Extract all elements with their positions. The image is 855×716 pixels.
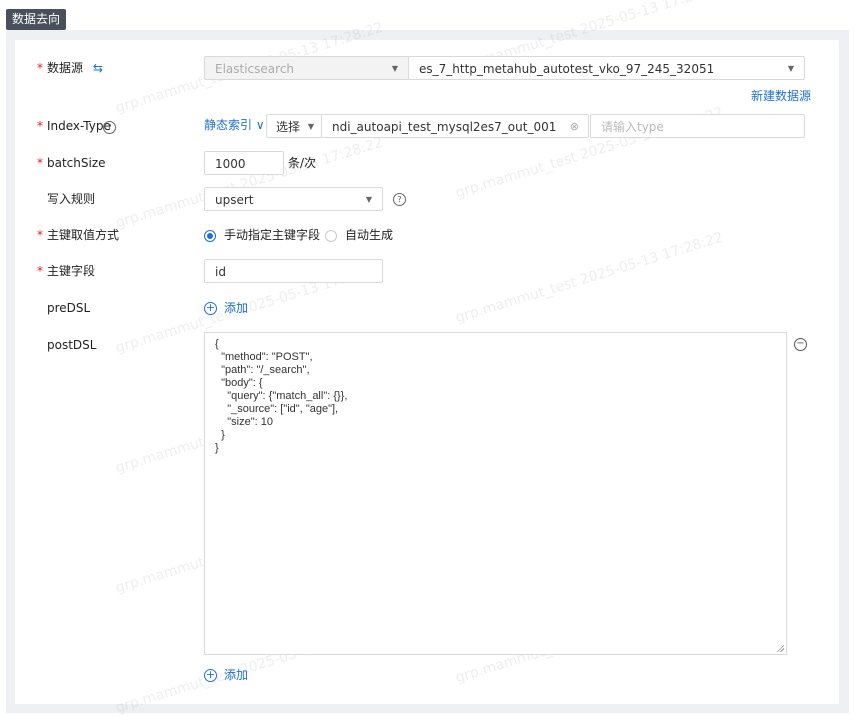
index-select-button[interactable]: 选择 ▼ bbox=[266, 114, 322, 138]
index-input[interactable]: ndi_autoapi_test_mysql2es7_out_001 ⊗ bbox=[321, 114, 589, 138]
predsl-add-button[interactable]: 添加 bbox=[224, 298, 248, 318]
postdsl-editor[interactable]: { "method": "POST", "path": "/_search", … bbox=[204, 332, 787, 655]
caret-down-icon: ▼ bbox=[391, 64, 398, 73]
postdsl-label: postDSL bbox=[47, 338, 97, 352]
code-line: } bbox=[215, 442, 219, 454]
radio-manual[interactable] bbox=[204, 230, 216, 242]
type-input[interactable]: 请输入type bbox=[590, 114, 805, 138]
write-rule-select[interactable]: upsert ▼ bbox=[204, 187, 383, 211]
index-type-label: * Index-Type bbox=[37, 119, 111, 133]
caret-down-icon: ▼ bbox=[307, 122, 314, 131]
code-line: } bbox=[215, 429, 225, 441]
code-line: "body": { bbox=[215, 377, 263, 389]
resize-handle[interactable] bbox=[776, 644, 784, 652]
code-line: "method": "POST", bbox=[215, 351, 313, 363]
pk-mode-label: * 主键取值方式 bbox=[37, 228, 120, 242]
radio-auto-label[interactable]: 自动生成 bbox=[345, 225, 393, 245]
code-line: "path": "/_search", bbox=[215, 364, 310, 376]
help-icon[interactable]: ? bbox=[393, 193, 406, 206]
add-icon[interactable]: + bbox=[204, 669, 217, 682]
batchsize-label: * batchSize bbox=[37, 156, 106, 170]
code-line: "query": {"match_all": {}}, bbox=[215, 390, 348, 402]
chevron-down-icon: ∨ bbox=[255, 118, 265, 132]
radio-auto[interactable] bbox=[325, 230, 337, 242]
remove-icon[interactable]: − bbox=[794, 338, 807, 351]
caret-down-icon: ▼ bbox=[365, 195, 372, 204]
datasource-type-select: Elasticsearch ▼ bbox=[204, 56, 409, 80]
pk-field-input[interactable]: id bbox=[204, 259, 383, 283]
code-line: { bbox=[215, 338, 219, 350]
pk-field-label: * 主键字段 bbox=[37, 264, 96, 278]
batchsize-unit: 条/次 bbox=[288, 156, 317, 170]
postdsl-add-button[interactable]: 添加 bbox=[224, 665, 248, 685]
radio-manual-label[interactable]: 手动指定主键字段 bbox=[224, 225, 320, 245]
write-rule-label: 写入规则 bbox=[47, 192, 96, 206]
clear-icon[interactable]: ⊗ bbox=[570, 115, 579, 137]
help-icon[interactable]: ? bbox=[103, 121, 116, 134]
section-title: 数据去向 bbox=[6, 9, 67, 30]
code-line: "_source": ["id", "age"], bbox=[215, 403, 339, 415]
caret-down-icon: ▼ bbox=[787, 64, 794, 73]
datasource-select[interactable]: es_7_http_metahub_autotest_vko_97_245_32… bbox=[408, 56, 805, 80]
code-line: "size": 10 bbox=[215, 416, 273, 428]
new-datasource-link[interactable]: 新建数据源 bbox=[751, 86, 811, 106]
datasource-label: * 数据源 ⇆ bbox=[37, 61, 103, 75]
predsl-label: preDSL bbox=[47, 301, 91, 315]
add-icon[interactable]: + bbox=[204, 302, 217, 315]
batchsize-input[interactable]: 1000 bbox=[204, 151, 284, 175]
index-mode-dropdown[interactable]: 静态索引 ∨ bbox=[204, 115, 265, 135]
switch-icon[interactable]: ⇆ bbox=[93, 61, 103, 75]
